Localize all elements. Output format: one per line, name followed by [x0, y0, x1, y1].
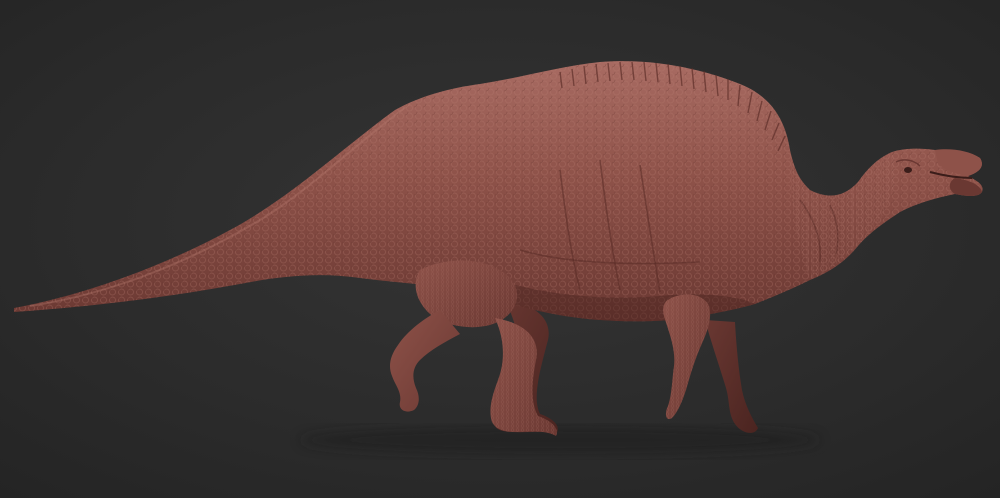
- sculpt-canvas: [0, 0, 1000, 498]
- eye: [904, 167, 912, 173]
- 3d-viewport[interactable]: [0, 0, 1000, 498]
